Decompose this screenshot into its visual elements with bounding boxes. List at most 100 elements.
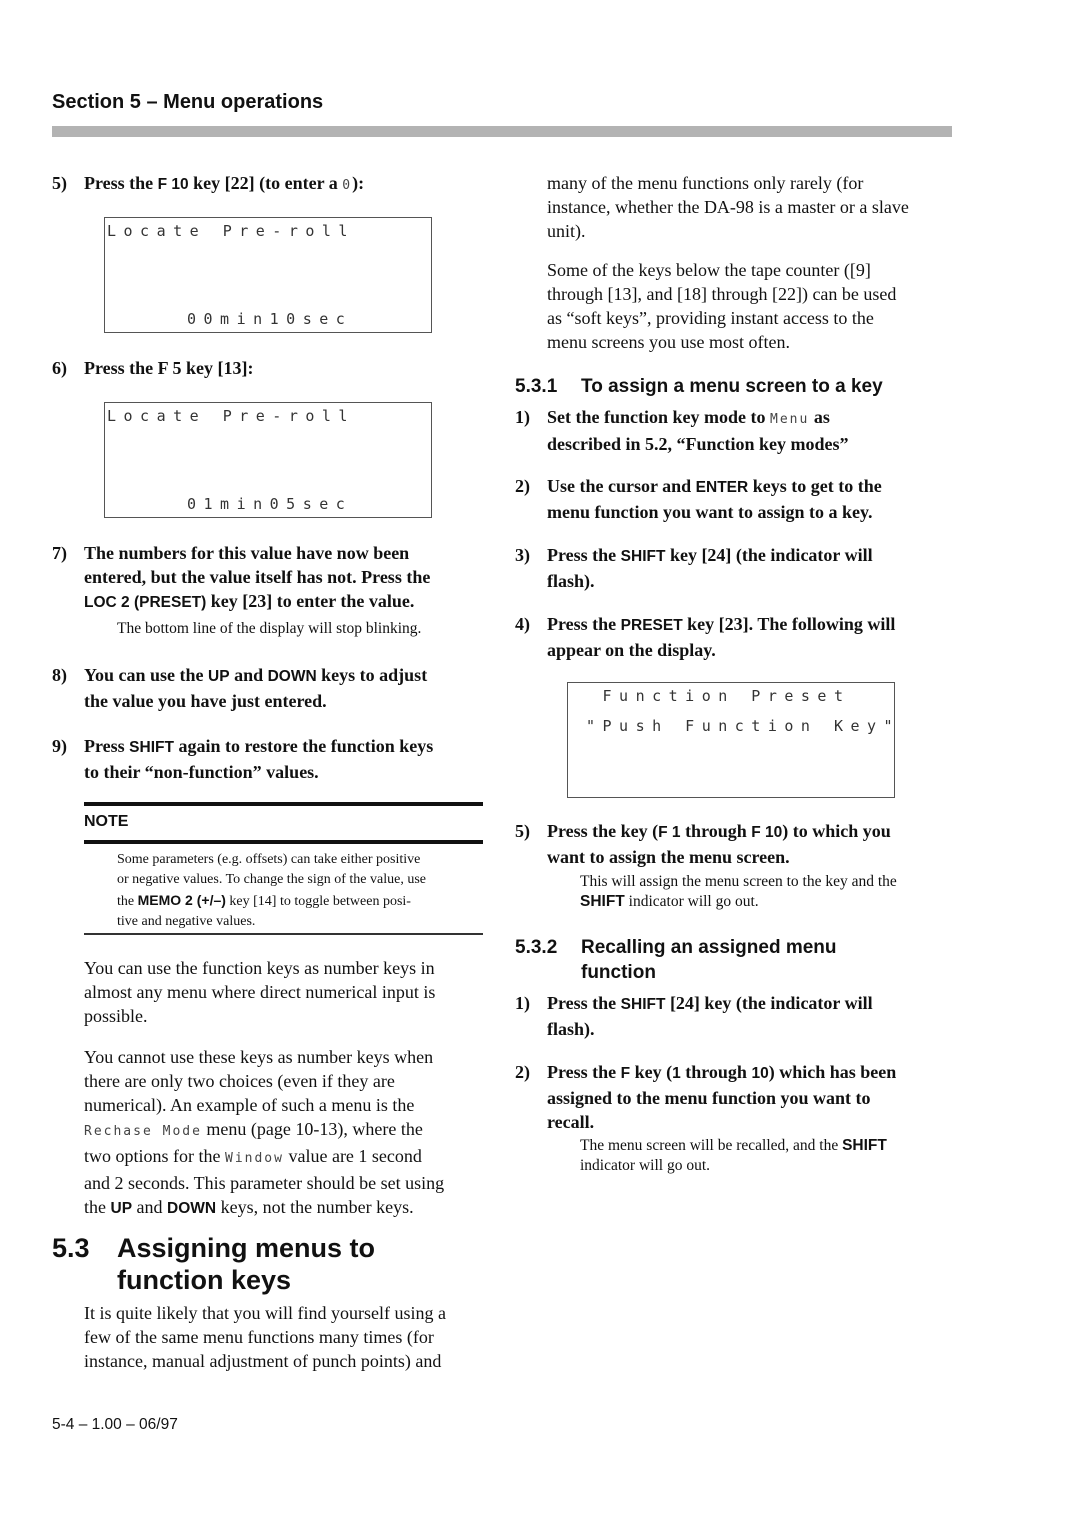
step-text: Press the key ( [547, 821, 659, 841]
step-text: to their “non-function” values. [84, 762, 319, 782]
key-label: DOWN [167, 1200, 217, 1217]
subsection-5-3-2-title: Recalling an assigned menu function [581, 935, 837, 985]
key-label: SHIFT [842, 1137, 887, 1154]
step-text: key [23]. The following will [682, 614, 896, 634]
heading-line: Assigning menus to [117, 1233, 376, 1263]
step-number: 3) [515, 545, 530, 565]
note-text: Some parameters (e.g. offsets) can take … [117, 850, 487, 932]
key-label: SHIFT [129, 739, 174, 756]
step-text: through [680, 1062, 752, 1082]
text-line: The menu screen will be recalled, and th… [580, 1137, 843, 1154]
heading-line: Recalling an assigned menu [581, 937, 837, 958]
step-text: assigned to the menu function you want t… [547, 1088, 871, 1108]
key-label: 1 [672, 1065, 681, 1082]
step-text: key [24] (the indicator will [665, 545, 873, 565]
step-text: Press the [547, 614, 621, 634]
step-text: ) to which you [782, 821, 891, 841]
lcd-line-1: Locate Pre-roll [107, 407, 355, 425]
step-6: 6) Press the F 5 key [13]: [52, 356, 492, 380]
step-text: keys to get to the [748, 476, 882, 496]
step-number: 1) [515, 407, 530, 427]
step-text: Use the cursor and [547, 476, 696, 496]
step-text: again to restore the function keys [173, 736, 434, 756]
step-number: 6) [52, 358, 67, 378]
heading-line: function keys [117, 1265, 292, 1295]
step-text: Press the [547, 993, 621, 1013]
key-label: UP [110, 1200, 133, 1217]
heading-line: function [581, 962, 656, 983]
text-line: and [132, 1197, 168, 1217]
subsection-5-3-1-number: 5.3.1 [515, 376, 558, 397]
section-5-3-title: Assigning menus to function keys [117, 1232, 375, 1296]
note-line: tive and negative values. [117, 914, 256, 929]
step-text: keys to adjust [316, 665, 428, 685]
text-line: indicator will go out. [624, 893, 759, 910]
step-text: the value you have just entered. [84, 691, 327, 711]
step-number: 8) [52, 665, 67, 685]
text-line: possible. [84, 1006, 148, 1026]
key-label: F 1 [658, 824, 681, 841]
right-paragraph-2: Some of the keys below the tape counter … [547, 258, 957, 354]
lcd-display-2: Locate Pre-roll 01min05sec [104, 402, 432, 518]
key-label: F [620, 1065, 631, 1082]
step-text: [24] key (the indicator will [665, 993, 873, 1013]
right-paragraph-1: many of the menu functions only rarely (… [547, 171, 957, 243]
subsection-5-3-1-title: To assign a menu screen to a key [581, 376, 883, 397]
text-line: unit). [547, 221, 586, 241]
key-label: PRESET [620, 617, 683, 634]
text-line: numerical). An example of such a menu is… [84, 1095, 415, 1115]
text-line: keys, not the number keys. [216, 1197, 414, 1217]
step-text: ): [352, 173, 365, 193]
step-text: Set the function key mode to [547, 407, 770, 427]
text-line: the [84, 1197, 111, 1217]
text-line: there are only two choices (even if they… [84, 1071, 395, 1091]
recall-step-2-detail: The menu screen will be recalled, and th… [580, 1136, 960, 1176]
lcd-display-1: Locate Pre-roll 00min10sec [104, 217, 432, 333]
assign-step-2: 2) Use the cursor and ENTER keys to get … [515, 474, 955, 524]
step-text: menu function you want to assign to a ke… [547, 502, 873, 522]
text-line: menu (page 10-13), where the [201, 1119, 423, 1139]
assign-step-4: 4) Press the PRESET key [23]. The follow… [515, 612, 955, 662]
key-label: SHIFT [620, 548, 666, 565]
step-text: key ( [630, 1062, 673, 1082]
recall-step-2: 2) Press the F key (1 through 10) which … [515, 1060, 955, 1134]
note-line: Some parameters (e.g. offsets) can take … [117, 852, 421, 867]
step-5: 5) Press the F 10 key [22] (to enter a 0… [52, 171, 492, 198]
text-line: You can use the function keys as number … [84, 958, 435, 978]
key-label: DOWN [267, 668, 317, 685]
text-line: Some of the keys below the tape counter … [547, 260, 871, 280]
text-line: many of the menu functions only rarely (… [547, 173, 864, 193]
text-line: few of the same menu functions many time… [84, 1327, 434, 1347]
page-footer: 5-4 – 1.00 – 06/97 [52, 1416, 178, 1433]
step-text: want to assign the menu screen. [547, 847, 790, 867]
text-line: as “soft keys”, providing instant access… [547, 308, 874, 328]
key-label: ENTER [695, 479, 749, 496]
lcd-line-1: Locate Pre-roll [107, 222, 355, 240]
note-top-rule [84, 802, 483, 806]
text-line: menu screens you use most often. [547, 332, 790, 352]
step-text: The numbers for this value have now been [84, 543, 410, 563]
lcd-display-3: Function Preset "Push Function Key" [567, 682, 895, 798]
step-text: and [229, 665, 268, 685]
header-rule [52, 126, 952, 137]
key-label: SHIFT [620, 996, 666, 1013]
text-line: instance, manual adjustment of punch poi… [84, 1351, 442, 1371]
step-text: recall. [547, 1112, 595, 1132]
lcd-inline-text: Rechase Mode [84, 1124, 202, 1139]
note-line: key [14] to toggle between posi- [225, 894, 411, 909]
lcd-line-2: 01min05sec [187, 495, 353, 513]
step-text: Press the [84, 173, 158, 193]
step-text: as [809, 407, 830, 427]
step-number: 1) [515, 993, 530, 1013]
key-label: SHIFT [580, 893, 625, 910]
lcd-char: 0 [342, 178, 353, 193]
lcd-line-2: "Push Function Key" [586, 717, 901, 735]
step-text: You can use the [84, 665, 209, 685]
note-line: or negative values. To change the sign o… [117, 872, 426, 887]
key-label: 10 [751, 1065, 769, 1082]
assign-step-5: 5) Press the key (F 1 through F 10) to w… [515, 819, 955, 869]
recall-step-1: 1) Press the SHIFT [24] key (the indicat… [515, 991, 955, 1041]
step-text: Press the F 5 key [13]: [84, 358, 254, 378]
note-label: NOTE [84, 813, 129, 830]
step-8: 8) You can use the UP and DOWN keys to a… [52, 663, 492, 713]
